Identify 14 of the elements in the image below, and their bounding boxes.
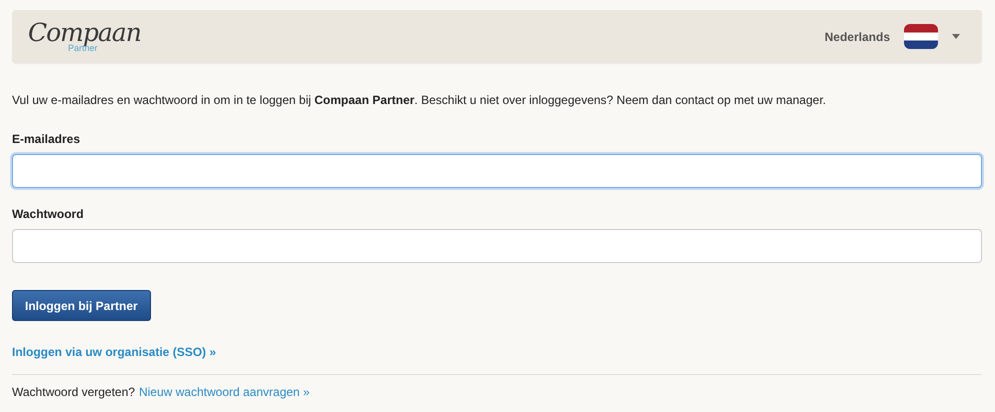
- input-field[interactable]: [12, 229, 982, 263]
- logo-subtitle: Partner: [68, 44, 98, 53]
- forgot-password-text: Wachtwoord vergeten?: [12, 385, 135, 399]
- login-button[interactable]: Inloggen bij Partner: [12, 290, 151, 321]
- reset-password-link[interactable]: Nieuw wachtwoord aanvragen »: [138, 385, 310, 399]
- logo-wordmark: Compaan: [28, 20, 141, 45]
- language-label[interactable]: Nederlands: [824, 30, 890, 44]
- intro-text: Vul uw e-mailadres en wachtwoord in om in te loggen bij Compaan Partner. Beschikt u niet over inloggegevens? Neem dan contact op met uw manager.: [12, 93, 827, 107]
- field-label: E-mailadres: [12, 132, 82, 146]
- sso-link[interactable]: Inloggen via uw organisatie (SSO) »: [12, 345, 216, 359]
- caret-icon[interactable]: [952, 34, 960, 39]
- flag-icon[interactable]: [904, 24, 938, 49]
- field-label: Wachtwoord: [12, 207, 85, 221]
- input-field[interactable]: [12, 154, 982, 188]
